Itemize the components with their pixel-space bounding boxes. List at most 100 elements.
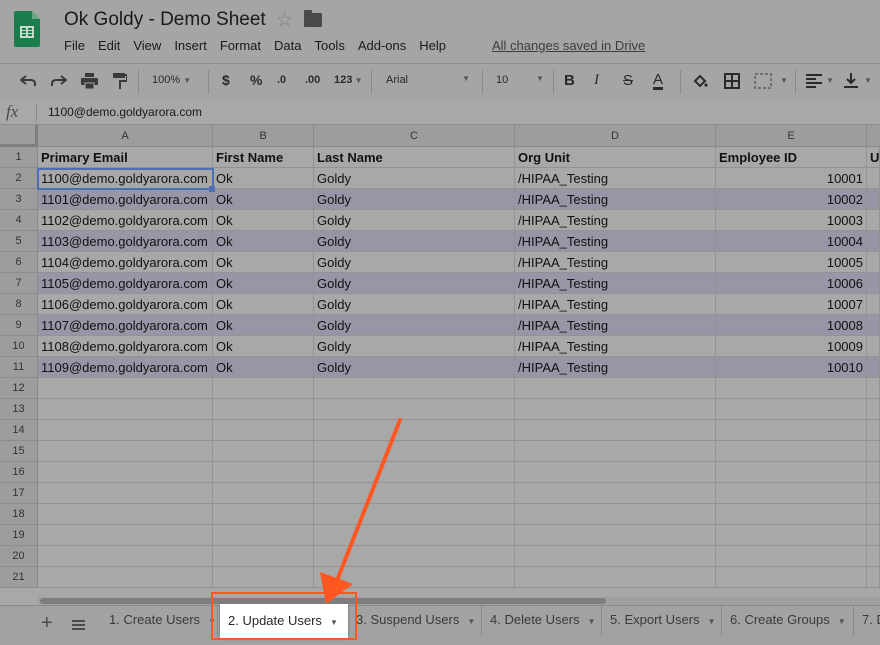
zoom-select[interactable]: 100% ▼ [152, 74, 191, 86]
empty-cell[interactable] [716, 399, 867, 420]
data-cell[interactable]: 10010 [716, 357, 867, 378]
data-cell[interactable]: Ok [213, 336, 314, 357]
increase-decimal-button[interactable]: .00 [305, 74, 320, 86]
select-all-corner[interactable] [0, 125, 38, 147]
align-left-icon[interactable] [806, 74, 822, 88]
empty-cell[interactable] [716, 504, 867, 525]
data-cell[interactable]: 10002 [716, 189, 867, 210]
data-cell[interactable]: 10006 [716, 273, 867, 294]
empty-cell[interactable] [716, 546, 867, 567]
empty-cell[interactable] [867, 378, 880, 399]
column-header-f[interactable] [867, 125, 880, 147]
save-status-link[interactable]: All changes saved in Drive [492, 38, 645, 53]
empty-cell[interactable] [867, 399, 880, 420]
empty-cell[interactable] [515, 504, 716, 525]
data-cell[interactable]: Goldy [314, 294, 515, 315]
empty-cell[interactable] [213, 546, 314, 567]
empty-cell[interactable] [314, 441, 515, 462]
row-header[interactable]: 19 [0, 525, 38, 546]
more-formats-button[interactable]: 123 ▼ [334, 74, 363, 86]
data-cell[interactable]: Ok [213, 357, 314, 378]
row-header[interactable]: 18 [0, 504, 38, 525]
empty-cell[interactable] [38, 504, 213, 525]
row-header[interactable]: 7 [0, 273, 38, 294]
empty-cell[interactable] [213, 378, 314, 399]
chevron-down-icon[interactable]: ▼ [826, 74, 834, 86]
sheets-logo-icon[interactable] [14, 11, 40, 47]
column-header-c[interactable]: C [314, 125, 515, 147]
data-cell[interactable]: 10003 [716, 210, 867, 231]
empty-cell[interactable] [515, 378, 716, 399]
fill-handle[interactable] [209, 186, 215, 192]
data-cell[interactable]: Ok [213, 294, 314, 315]
empty-cell[interactable] [867, 189, 880, 210]
empty-cell[interactable] [716, 483, 867, 504]
header-cell[interactable]: First Name [213, 147, 314, 168]
column-header-b[interactable]: B [213, 125, 314, 147]
menu-addons[interactable]: Add-ons [358, 38, 406, 53]
empty-cell[interactable] [213, 462, 314, 483]
column-header-e[interactable]: E [716, 125, 867, 147]
empty-cell[interactable] [38, 399, 213, 420]
data-cell[interactable]: /HIPAA_Testing [515, 252, 716, 273]
empty-cell[interactable] [213, 441, 314, 462]
empty-cell[interactable] [716, 441, 867, 462]
empty-cell[interactable] [867, 546, 880, 567]
data-cell[interactable]: 10009 [716, 336, 867, 357]
data-cell[interactable]: 1107@demo.goldyarora.com [38, 315, 213, 336]
empty-cell[interactable] [213, 399, 314, 420]
data-cell[interactable]: 10005 [716, 252, 867, 273]
data-cell[interactable]: /HIPAA_Testing [515, 336, 716, 357]
formula-input[interactable]: 1100@demo.goldyarora.com [48, 105, 202, 119]
empty-cell[interactable] [716, 462, 867, 483]
empty-cell[interactable] [314, 462, 515, 483]
row-header[interactable]: 15 [0, 441, 38, 462]
borders-icon[interactable] [724, 73, 740, 89]
empty-cell[interactable] [867, 483, 880, 504]
empty-cell[interactable] [314, 378, 515, 399]
row-header[interactable]: 3 [0, 189, 38, 210]
menu-edit[interactable]: Edit [98, 38, 120, 53]
column-header-a[interactable]: A [38, 125, 213, 147]
add-sheet-icon[interactable]: + [41, 612, 53, 635]
data-cell[interactable]: Goldy [314, 231, 515, 252]
document-title[interactable]: Ok Goldy - Demo Sheet [64, 9, 266, 31]
data-cell[interactable]: 1109@demo.goldyarora.com [38, 357, 213, 378]
empty-cell[interactable] [867, 231, 880, 252]
vertical-align-icon[interactable] [844, 73, 858, 89]
data-cell[interactable]: Goldy [314, 273, 515, 294]
data-cell[interactable]: Ok [213, 231, 314, 252]
data-cell[interactable]: 1104@demo.goldyarora.com [38, 252, 213, 273]
chevron-down-icon[interactable]: ▼ [780, 74, 788, 86]
empty-cell[interactable] [867, 567, 880, 588]
column-header-d[interactable]: D [515, 125, 716, 147]
data-cell[interactable]: Ok [213, 168, 314, 189]
empty-cell[interactable] [515, 525, 716, 546]
data-cell[interactable]: /HIPAA_Testing [515, 231, 716, 252]
empty-cell[interactable] [867, 357, 880, 378]
empty-cell[interactable] [515, 546, 716, 567]
row-header[interactable]: 12 [0, 378, 38, 399]
data-cell[interactable]: 1106@demo.goldyarora.com [38, 294, 213, 315]
empty-cell[interactable] [867, 420, 880, 441]
header-cell[interactable]: U [867, 147, 880, 168]
fill-color-icon[interactable] [692, 73, 708, 89]
header-cell[interactable]: Last Name [314, 147, 515, 168]
empty-cell[interactable] [867, 168, 880, 189]
data-cell[interactable]: /HIPAA_Testing [515, 168, 716, 189]
sheet-tab-delete-users[interactable]: 4. Delete Users ▼ [482, 606, 602, 636]
row-header[interactable]: 4 [0, 210, 38, 231]
empty-cell[interactable] [314, 399, 515, 420]
decrease-decimal-button[interactable]: .0 [277, 74, 286, 86]
empty-cell[interactable] [716, 567, 867, 588]
data-cell[interactable]: 10007 [716, 294, 867, 315]
redo-icon[interactable] [51, 74, 67, 88]
data-cell[interactable]: Ok [213, 315, 314, 336]
paint-format-icon[interactable] [113, 73, 127, 89]
data-cell[interactable]: Ok [213, 273, 314, 294]
font-size-select[interactable]: 10 ▼ [496, 74, 544, 86]
empty-cell[interactable] [867, 441, 880, 462]
empty-cell[interactable] [38, 525, 213, 546]
text-color-button[interactable]: A [653, 72, 664, 90]
menu-help[interactable]: Help [419, 38, 446, 53]
